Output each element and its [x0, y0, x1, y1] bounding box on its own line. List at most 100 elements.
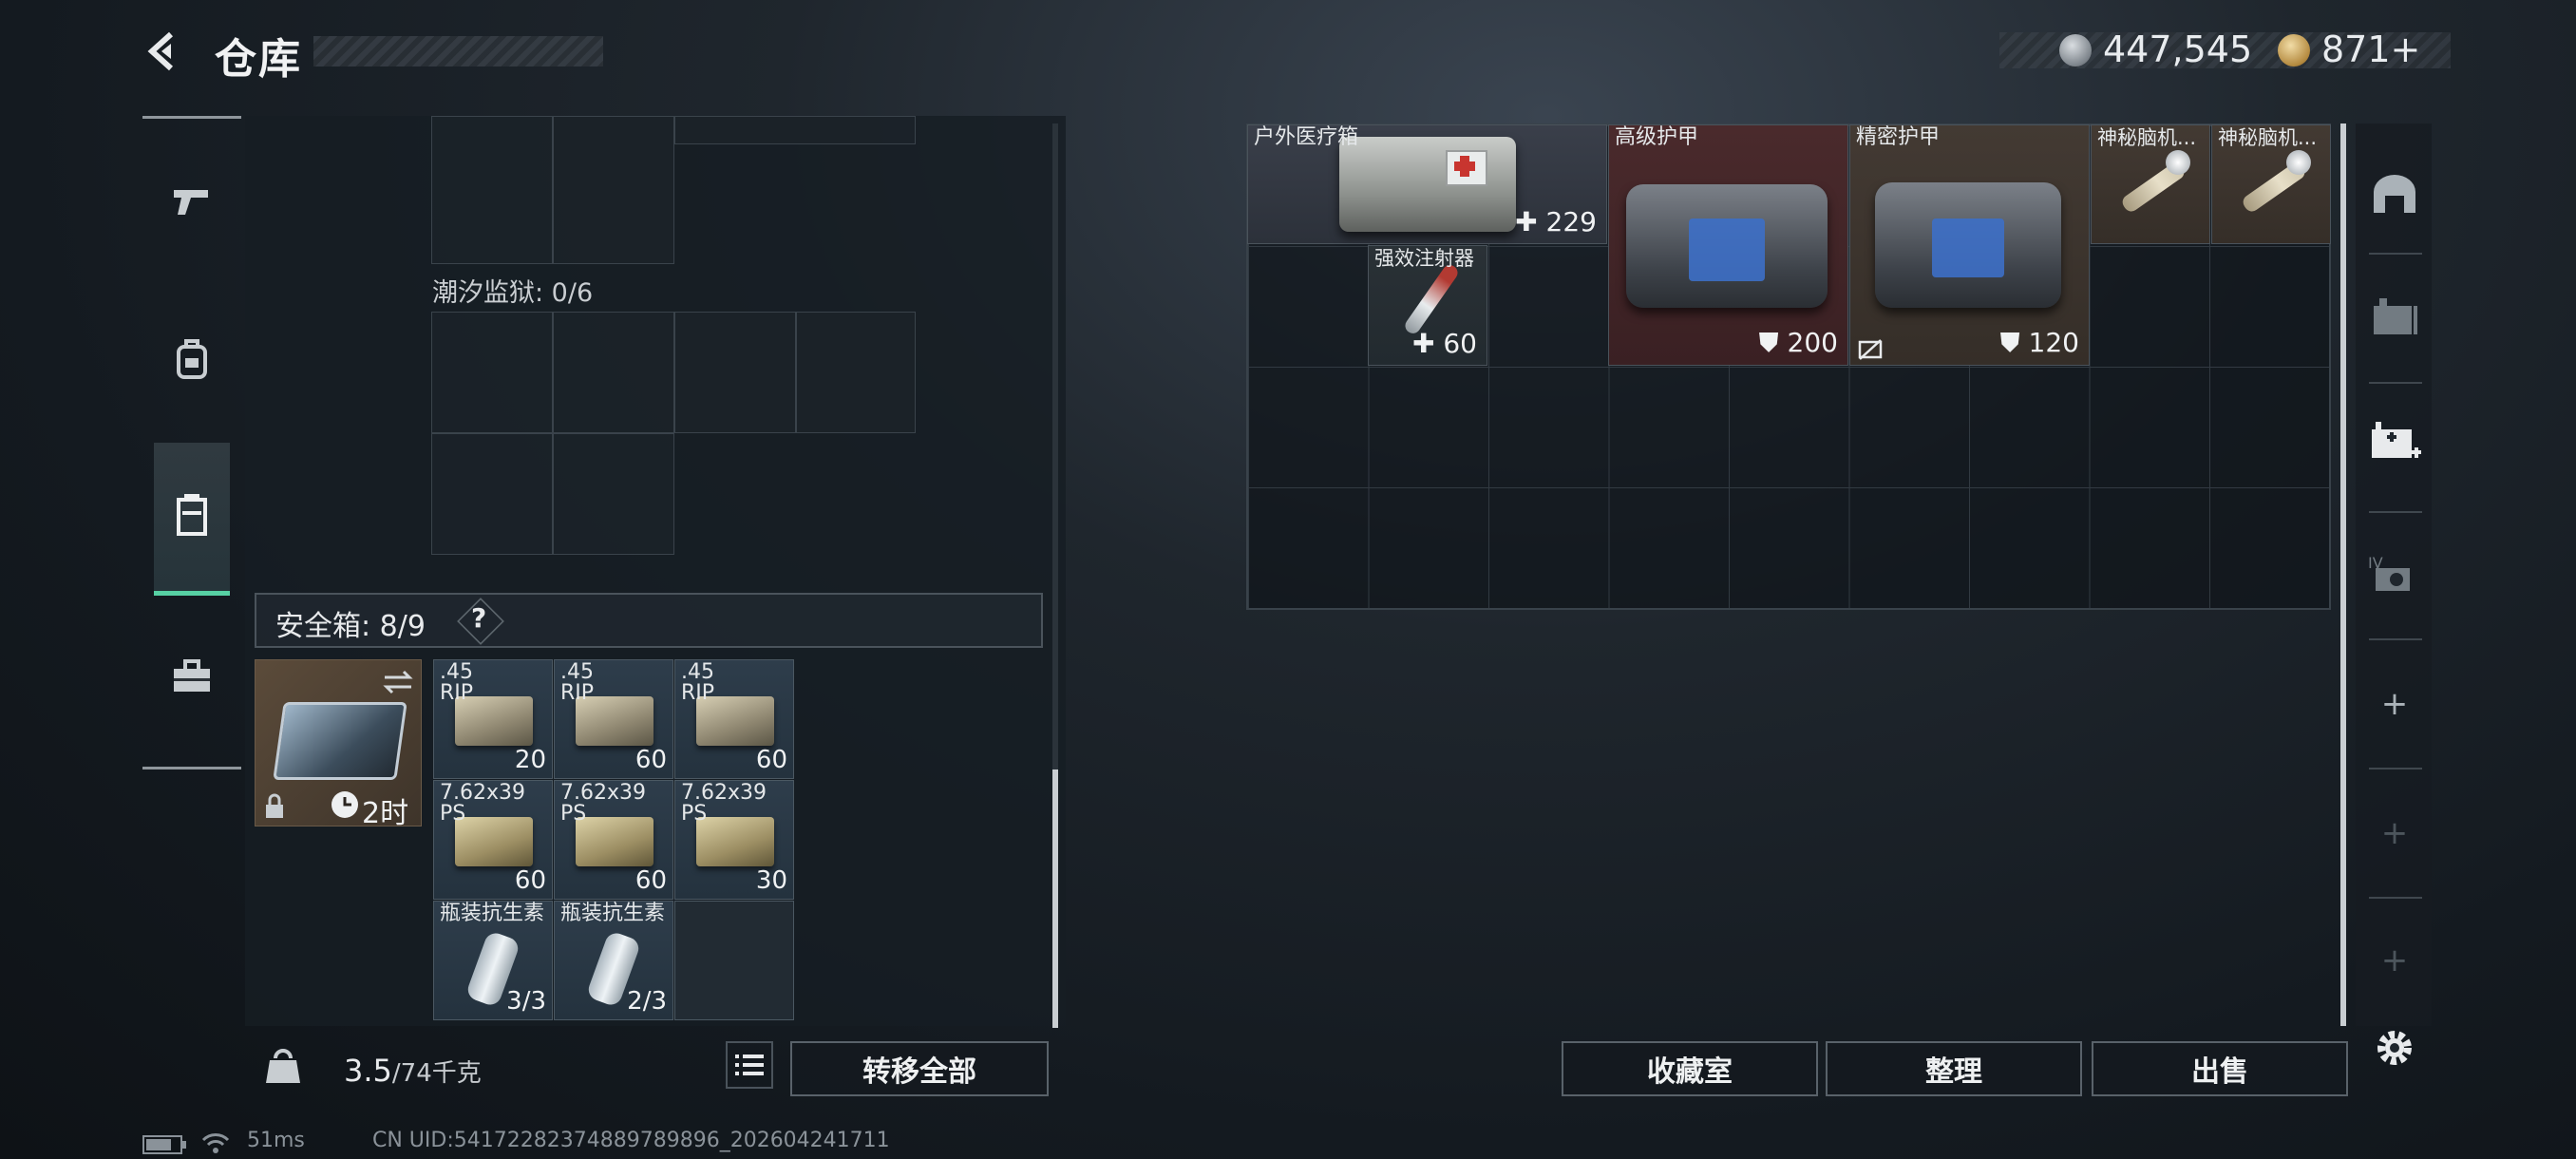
antibiotic-item[interactable]: 瓶装抗生素 3/3: [433, 901, 553, 1020]
divider: [2369, 638, 2422, 640]
backpack-icon: [177, 339, 207, 379]
list-view-button[interactable]: [726, 1041, 773, 1089]
heal-number: 60: [1443, 328, 1477, 359]
nav-weapons[interactable]: [154, 163, 230, 239]
title-decoration: [313, 36, 603, 66]
slot[interactable]: [431, 312, 553, 433]
nav-safebox[interactable]: [154, 477, 230, 553]
ammo-item[interactable]: 7.62x39 PS 60: [433, 780, 553, 900]
tide-prison-label: 潮汐监狱: 0/6: [432, 278, 594, 308]
sell-button[interactable]: 出售: [2092, 1041, 2348, 1096]
ammo-item[interactable]: .45 RIP 60: [554, 659, 673, 779]
swap-icon[interactable]: [381, 668, 415, 696]
stash-tab-2[interactable]: [2363, 285, 2426, 348]
collection-room-button[interactable]: 收藏室: [1562, 1041, 1818, 1096]
pistol-icon: [174, 190, 208, 215]
storage-iv-icon: IV: [2368, 554, 2410, 591]
item-count: 2/3: [627, 987, 667, 1016]
settings-button[interactable]: [2363, 1016, 2426, 1079]
toolbox-icon: [174, 659, 210, 692]
injector-image: [1402, 262, 1461, 336]
item-name: 强效注射器: [1374, 247, 1474, 270]
item-count: 60: [635, 866, 667, 895]
slot[interactable]: [431, 116, 553, 264]
heal-value: ✚ 60: [1411, 328, 1477, 359]
armor-value: ⛊ 120: [1999, 327, 2079, 358]
stash-tab-4[interactable]: IV: [2363, 542, 2426, 604]
item-name: 精密护甲: [1856, 125, 1941, 149]
left-scroll-thumb[interactable]: [1052, 770, 1058, 1028]
divider: [2369, 768, 2422, 770]
ammo-item[interactable]: .45 RIP 20: [433, 659, 553, 779]
medical-storage-icon: [2372, 422, 2421, 458]
armor-number: 120: [2028, 327, 2079, 358]
back-arrow-icon[interactable]: [142, 28, 188, 74]
injector-item[interactable]: 强效注射器 ✚ 60: [1368, 245, 1487, 366]
stash-tab-medical[interactable]: [2363, 412, 2426, 475]
medkit-item[interactable]: 户外医疗箱 ✚ 229: [1247, 124, 1607, 244]
slot[interactable]: [553, 116, 674, 264]
heal-number: 229: [1545, 206, 1597, 238]
weight-icon: [266, 1049, 300, 1083]
item-name: 瓶装抗生素: [560, 902, 666, 925]
vault-icon: [2374, 175, 2415, 213]
armor-number: 200: [1787, 327, 1838, 358]
item-name: .45 RIP: [560, 660, 595, 705]
ammo-item[interactable]: 7.62x39 PS 30: [674, 780, 794, 900]
add-stash-disabled: +: [2380, 814, 2409, 852]
divider: [2369, 897, 2422, 899]
ammo-item[interactable]: 7.62x39 PS 60: [554, 780, 673, 900]
nav-toolbox[interactable]: [154, 638, 230, 714]
currency-gold[interactable]: 871+: [2321, 28, 2420, 70]
antibiotic-item[interactable]: 瓶装抗生素 2/3: [554, 901, 673, 1020]
stash-tab-1[interactable]: [2363, 162, 2426, 224]
item-name: .45 RIP: [440, 660, 474, 705]
armor-bag-image: [1875, 182, 2061, 308]
ping-readout: 51ms: [247, 1129, 305, 1152]
stash-scroll-thumb[interactable]: [2340, 124, 2346, 1026]
gold-coin-icon: [2278, 34, 2310, 66]
clock-icon: [331, 791, 358, 818]
case-image: [273, 702, 407, 780]
weight-value: 3.5: [344, 1053, 392, 1089]
empty-slot[interactable]: [674, 901, 794, 1020]
transfer-all-button[interactable]: 转移全部: [790, 1041, 1049, 1096]
brain-device-item[interactable]: 神秘脑机...: [2091, 124, 2210, 244]
item-name: 神秘脑机...: [2097, 126, 2197, 149]
carry-weight: 3.5/74千克: [344, 1053, 482, 1089]
slot[interactable]: [553, 312, 674, 433]
medkit-image: [1339, 137, 1516, 232]
slot[interactable]: [796, 312, 916, 433]
precision-armor-item[interactable]: 精密护甲 ⛊ 120: [1849, 124, 2090, 366]
item-count: 3/3: [506, 987, 546, 1016]
heal-value: ✚ 229: [1515, 206, 1597, 238]
item-count: 20: [514, 746, 546, 774]
add-stash-button[interactable]: +: [2363, 673, 2426, 735]
safebox-item[interactable]: 2时: [255, 659, 422, 830]
nav-backpack[interactable]: [154, 321, 230, 397]
slot[interactable]: [674, 116, 916, 144]
slot[interactable]: [431, 433, 553, 555]
brain-device-item[interactable]: 神秘脑机...: [2211, 124, 2331, 244]
slot[interactable]: [553, 433, 674, 555]
help-button[interactable]: ?: [471, 602, 486, 634]
safebox-capacity: 安全箱: 8/9: [275, 610, 426, 643]
item-name: 7.62x39 PS: [681, 781, 767, 826]
gear-icon: [2377, 1031, 2412, 1065]
divider: [2369, 253, 2422, 255]
item-name: 瓶装抗生素: [440, 902, 545, 925]
item-count: 60: [514, 866, 546, 895]
slot[interactable]: [674, 312, 796, 433]
case-icon: [177, 494, 207, 536]
advanced-armor-item[interactable]: 高级护甲 ⛊ 200: [1608, 124, 1848, 366]
wifi-icon: [201, 1133, 230, 1153]
currency-silver: 447,545: [2103, 28, 2253, 70]
armor-value: ⛊ 200: [1758, 327, 1838, 358]
no-repair-icon: [1858, 339, 1883, 360]
armor-bag-image: [1626, 184, 1828, 308]
lock-icon: [266, 793, 283, 818]
sort-button[interactable]: 整理: [1826, 1041, 2082, 1096]
ammo-item[interactable]: .45 RIP 60: [674, 659, 794, 779]
page-title: 仓库: [215, 35, 302, 84]
battery-icon: [142, 1135, 186, 1154]
